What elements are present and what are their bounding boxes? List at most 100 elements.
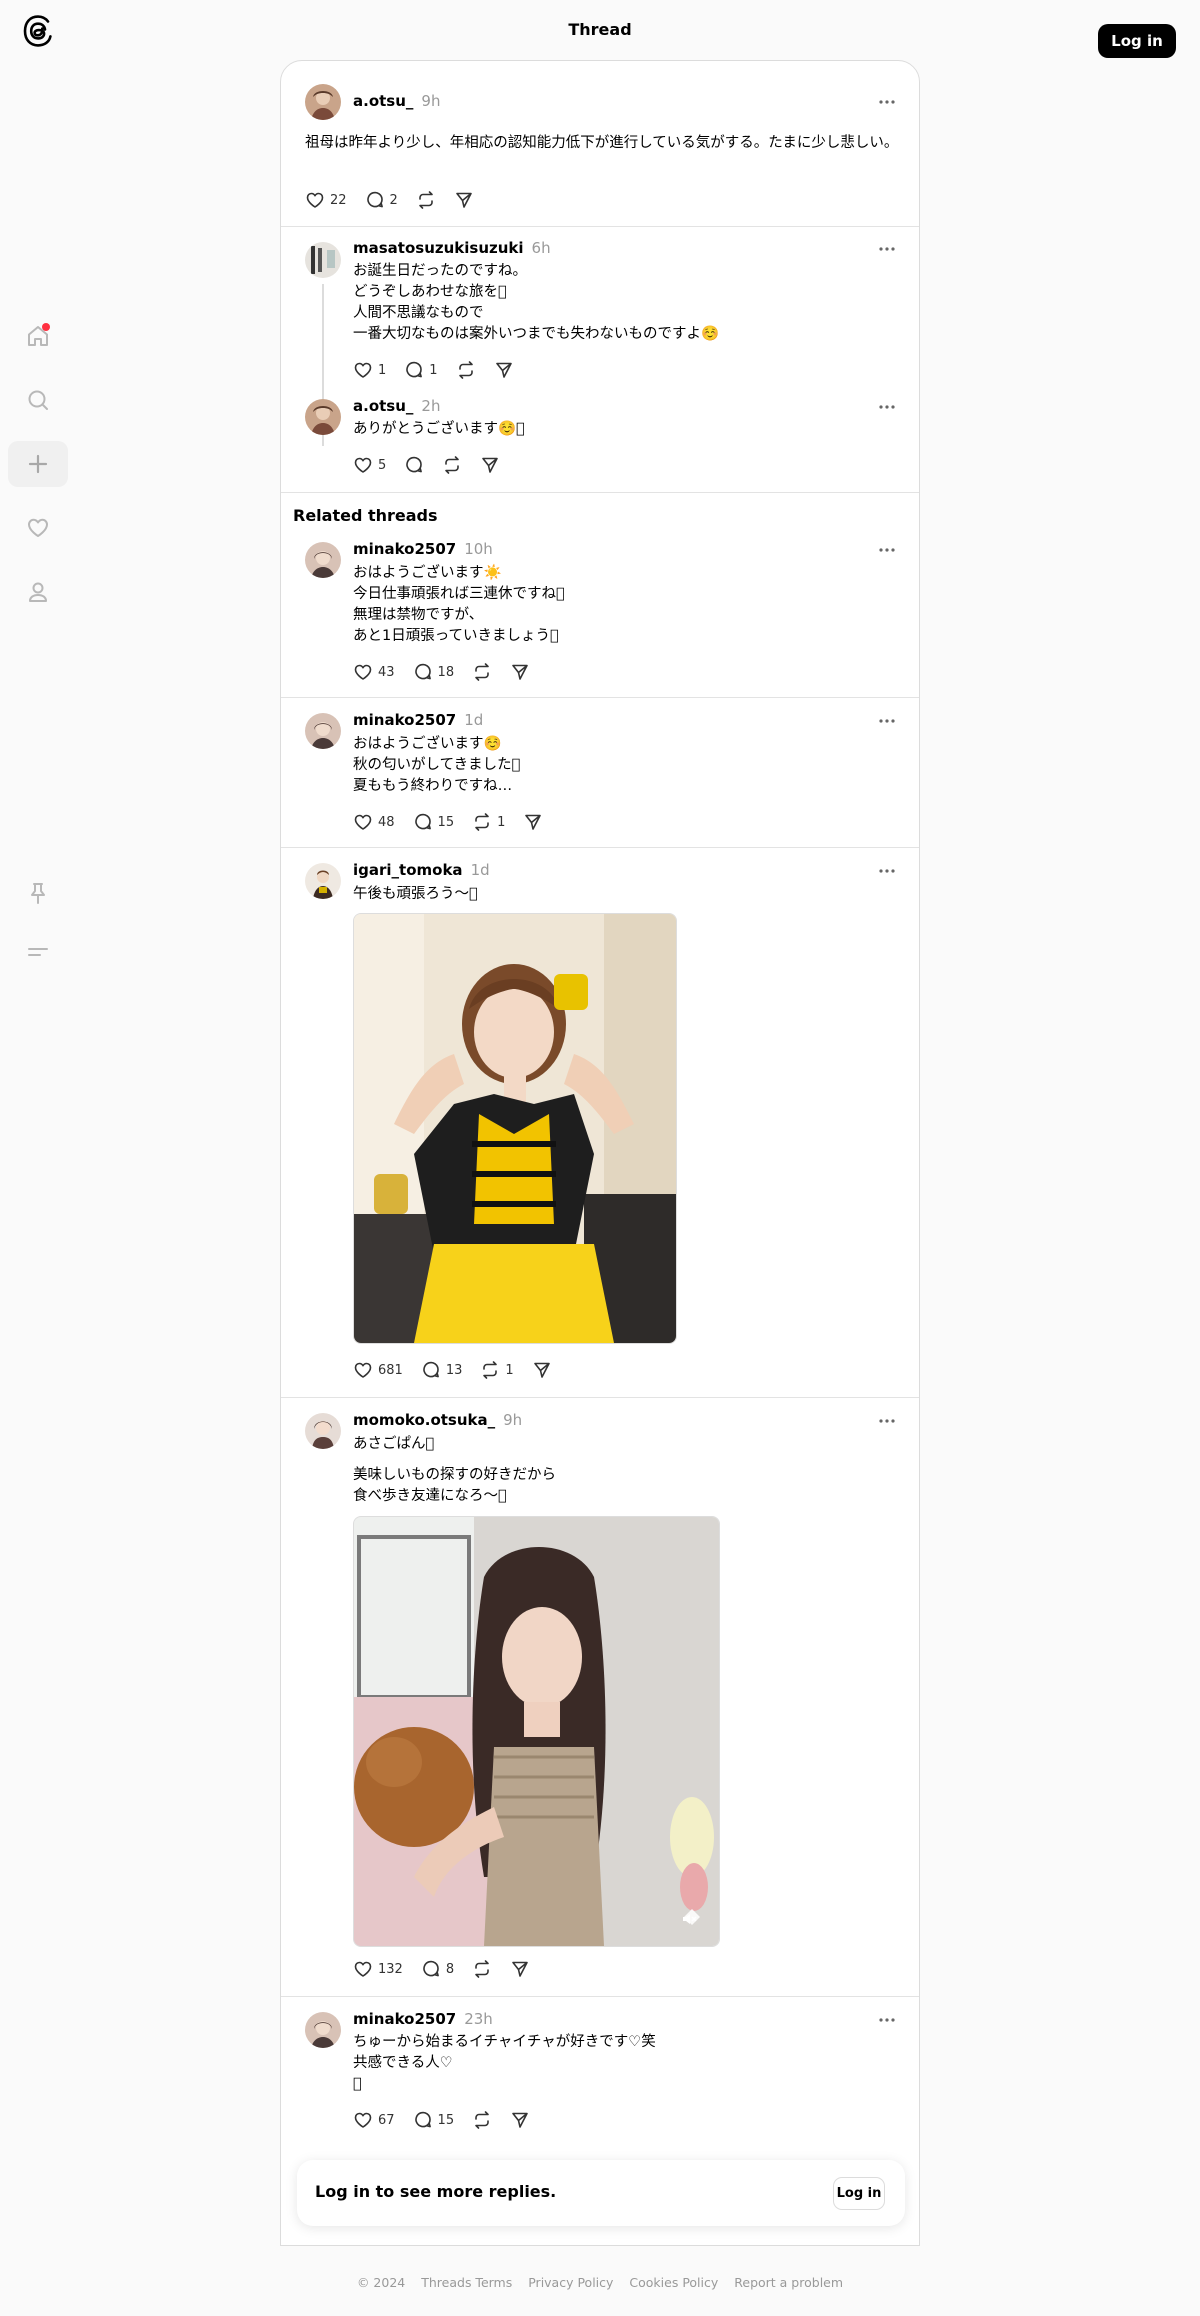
repost-button[interactable]: 1 <box>480 1360 514 1380</box>
username[interactable]: minako2507 <box>353 711 456 729</box>
share-button[interactable] <box>510 1959 530 1979</box>
post-video[interactable] <box>353 1516 720 1947</box>
reply-button[interactable]: 1 <box>404 360 438 380</box>
like-button[interactable]: 22 <box>305 190 347 210</box>
repost-button[interactable] <box>456 360 476 380</box>
post-image[interactable] <box>353 913 677 1344</box>
post-author[interactable]: minako2507 10h <box>353 540 493 558</box>
like-count: 132 <box>378 1961 403 1977</box>
text-line: おはようございます☺️ <box>353 736 502 752</box>
like-button[interactable]: 1 <box>353 360 386 380</box>
repost-button[interactable] <box>472 2110 492 2130</box>
share-button[interactable] <box>532 1360 552 1380</box>
pin-icon <box>31 883 45 904</box>
reply-button[interactable]: 15 <box>413 2110 454 2130</box>
more-options-icon[interactable] <box>875 95 899 109</box>
post-actions: 132 8 <box>353 1958 548 1980</box>
notification-dot <box>42 323 50 331</box>
repost-button[interactable] <box>472 662 492 682</box>
like-button[interactable]: 5 <box>353 455 386 475</box>
post-author[interactable]: masatosuzukisuzuki 6h <box>353 239 551 257</box>
share-button[interactable] <box>510 2110 530 2130</box>
mute-icon[interactable] <box>679 1909 699 1929</box>
like-button[interactable]: 681 <box>353 1360 403 1380</box>
reply-button[interactable]: 2 <box>365 190 398 210</box>
text-line: 午後も頑張ろう〜􏿾 <box>353 886 478 902</box>
repost-button[interactable]: 1 <box>472 812 505 832</box>
text-line: 秋の匂いがしてきました􏿾 <box>353 757 521 773</box>
reply-button[interactable]: 15 <box>413 812 454 832</box>
reply-button[interactable] <box>404 455 424 475</box>
avatar[interactable] <box>305 399 341 435</box>
post-author[interactable]: igari_tomoka 1d <box>353 861 490 879</box>
repost-button[interactable] <box>416 190 436 210</box>
more-options-icon[interactable] <box>875 242 899 256</box>
post-author[interactable]: a.otsu_ 9h <box>353 92 440 110</box>
post-author[interactable]: momoko.otsuka_ 9h <box>353 1411 522 1429</box>
nav-activity[interactable] <box>18 508 58 548</box>
like-button[interactable]: 132 <box>353 1959 403 1979</box>
repost-icon <box>445 456 460 474</box>
username[interactable]: minako2507 <box>353 540 456 558</box>
reply-count: 2 <box>389 192 398 208</box>
post-author[interactable]: minako2507 1d <box>353 711 483 729</box>
avatar[interactable] <box>305 84 341 120</box>
nav-home[interactable] <box>18 316 58 356</box>
text-line: 夏ももう終わりですね… <box>353 778 513 794</box>
avatar[interactable] <box>305 542 341 578</box>
post-time: 10h <box>464 540 493 558</box>
reply-button[interactable]: 8 <box>421 1959 454 1979</box>
login-button[interactable]: Log in <box>1098 24 1176 58</box>
post-actions: 43 18 <box>353 661 548 683</box>
share-button[interactable] <box>454 190 474 210</box>
footer-link-terms[interactable]: Threads Terms <box>421 2275 512 2290</box>
post-actions: 48 15 1 <box>353 811 561 833</box>
post-author[interactable]: minako2507 23h <box>353 2010 493 2028</box>
more-options-icon[interactable] <box>875 864 899 878</box>
share-button[interactable] <box>494 360 514 380</box>
text-line: 無理は禁物ですが、 <box>353 607 484 623</box>
post-author[interactable]: a.otsu_ 2h <box>353 397 440 415</box>
like-button[interactable]: 43 <box>353 662 395 682</box>
username[interactable]: igari_tomoka <box>353 861 463 879</box>
repost-icon <box>419 191 433 209</box>
send-icon <box>512 1961 528 1977</box>
avatar[interactable] <box>305 2012 341 2048</box>
username[interactable]: momoko.otsuka_ <box>353 1411 495 1429</box>
repost-button[interactable] <box>442 455 462 475</box>
share-button[interactable] <box>523 812 543 832</box>
like-button[interactable]: 48 <box>353 812 395 832</box>
avatar[interactable] <box>305 713 341 749</box>
footer-link-cookies[interactable]: Cookies Policy <box>629 2275 718 2290</box>
username[interactable]: a.otsu_ <box>353 397 413 415</box>
username[interactable]: masatosuzukisuzuki <box>353 239 524 257</box>
footer-link-privacy[interactable]: Privacy Policy <box>528 2275 613 2290</box>
repost-button[interactable] <box>472 1959 492 1979</box>
avatar[interactable] <box>305 1413 341 1449</box>
like-count: 22 <box>330 192 347 208</box>
more-options-icon[interactable] <box>875 543 899 557</box>
reply-button[interactable]: 18 <box>413 662 455 682</box>
nav-profile[interactable] <box>18 572 58 612</box>
login-prompt-button[interactable]: Log in <box>833 2177 885 2210</box>
repost-icon <box>475 663 489 681</box>
more-options-icon[interactable] <box>875 2013 899 2027</box>
avatar[interactable] <box>305 863 341 899</box>
footer-link-report[interactable]: Report a problem <box>734 2275 843 2290</box>
username[interactable]: minako2507 <box>353 2010 456 2028</box>
more-options-icon[interactable] <box>875 1414 899 1428</box>
username[interactable]: a.otsu_ <box>353 92 413 110</box>
nav-menu[interactable] <box>18 932 58 972</box>
like-button[interactable]: 67 <box>353 2110 395 2130</box>
post-time: 9h <box>421 92 441 110</box>
more-options-icon[interactable] <box>875 714 899 728</box>
nav-search[interactable] <box>18 380 58 420</box>
reply-button[interactable]: 13 <box>421 1360 462 1380</box>
reply-count: 18 <box>437 664 455 680</box>
share-button[interactable] <box>480 455 500 475</box>
more-options-icon[interactable] <box>875 400 899 414</box>
nav-create[interactable] <box>8 441 68 487</box>
avatar[interactable] <box>305 242 341 278</box>
share-button[interactable] <box>510 662 530 682</box>
nav-pin[interactable] <box>18 873 58 913</box>
